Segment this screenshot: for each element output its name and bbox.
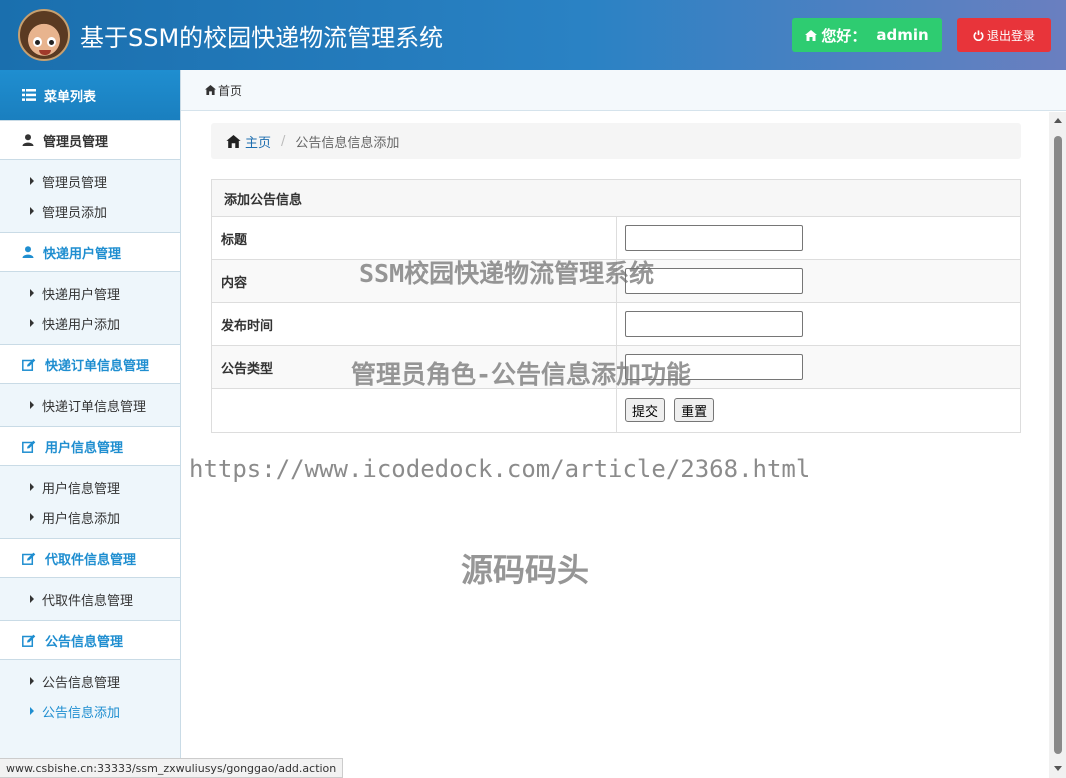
watermark-url: https://www.icodedock.com/article/2368.h… — [189, 455, 811, 483]
group-title: 管理员管理 — [43, 134, 109, 150]
edit-icon — [22, 440, 36, 453]
sidebar: 菜单列表 管理员管理 管理员管理 管理员添加 快递用户管理 快递用户管理 快递用… — [0, 70, 181, 778]
power-icon — [973, 29, 984, 41]
sidebar-item-courier-user-manage[interactable]: 快递用户管理 — [0, 278, 180, 308]
app-header: 基于SSM的校园快递物流管理系统 您好： admin 退出登录 — [0, 0, 1066, 70]
caret-right-icon — [30, 595, 34, 603]
caret-right-icon — [30, 289, 34, 297]
breadcrumb-home-label: 主页 — [245, 135, 272, 151]
sidebar-item-pickup-manage[interactable]: 代取件信息管理 — [0, 584, 180, 614]
empty-cell — [212, 389, 617, 432]
sidebar-item-label: 代取件信息管理 — [42, 593, 134, 609]
list-icon — [22, 89, 36, 101]
sidebar-item-user-info-manage[interactable]: 用户信息管理 — [0, 472, 180, 502]
group-title: 快递用户管理 — [43, 246, 122, 262]
group-title: 代取件信息管理 — [45, 552, 137, 568]
reset-button[interactable]: 重置 — [674, 398, 715, 422]
greeting-button[interactable]: 您好： admin — [792, 18, 942, 52]
caret-right-icon — [30, 207, 34, 215]
sidebar-item-user-info-add[interactable]: 用户信息添加 — [0, 502, 180, 532]
menu-title: 菜单列表 — [44, 89, 97, 105]
group-title: 公告信息管理 — [45, 634, 124, 650]
sidebar-item-notice-add[interactable]: 公告信息添加 — [0, 696, 180, 726]
sidebar-item-notice-manage[interactable]: 公告信息管理 — [0, 666, 180, 696]
form-row-actions: 提交 重置 — [212, 389, 1020, 432]
breadcrumb-current: 公告信息信息添加 — [295, 135, 400, 151]
sidebar-item-label: 管理员添加 — [42, 205, 108, 221]
status-bar-url: www.csbishe.cn:33333/ssm_zxwuliusys/gong… — [0, 758, 344, 778]
breadcrumb-home[interactable]: 主页 — [226, 132, 271, 151]
home-icon — [805, 29, 818, 41]
group-title: 快递订单信息管理 — [45, 358, 150, 374]
sidebar-item-label: 公告信息添加 — [42, 705, 121, 721]
greeting-text: 您好： — [821, 26, 867, 45]
caret-right-icon — [30, 513, 34, 521]
group-pickup-management[interactable]: 代取件信息管理 — [0, 538, 180, 578]
group-notice-management[interactable]: 公告信息管理 — [0, 620, 180, 660]
group-admin-management[interactable]: 管理员管理 — [0, 120, 180, 160]
sidebar-item-label: 用户信息管理 — [42, 481, 121, 497]
caret-right-icon — [30, 483, 34, 491]
caret-right-icon — [30, 677, 34, 685]
edit-icon — [22, 634, 36, 647]
edit-icon — [22, 358, 36, 371]
home-tab[interactable]: 首页 — [218, 82, 242, 99]
sidebar-item-order-manage[interactable]: 快递订单信息管理 — [0, 390, 180, 420]
menu-header: 菜单列表 — [0, 70, 180, 120]
breadcrumb-separator: / — [281, 133, 286, 149]
caret-right-icon — [30, 319, 34, 327]
logout-label: 退出登录 — [986, 28, 1035, 43]
caret-right-icon — [30, 177, 34, 185]
logout-button[interactable]: 退出登录 — [957, 18, 1051, 52]
add-notice-form: 添加公告信息 标题 内容 发布时间 公告类型 提交 重置 — [211, 179, 1021, 433]
scroll-thumb[interactable] — [1054, 136, 1062, 754]
field-label: 标题 — [212, 217, 617, 259]
sidebar-item-label: 快递订单信息管理 — [42, 399, 147, 415]
watermark-system-name: SSM校园快递物流管理系统 — [359, 259, 655, 288]
app-title: 基于SSM的校园快递物流管理系统 — [80, 24, 444, 52]
form-title: 添加公告信息 — [212, 180, 1020, 217]
group-courier-user-management[interactable]: 快递用户管理 — [0, 232, 180, 272]
user-icon — [22, 246, 34, 258]
avatar-logo — [18, 9, 70, 61]
sidebar-item-courier-user-add[interactable]: 快递用户添加 — [0, 308, 180, 338]
username: admin — [876, 26, 929, 44]
caret-right-icon — [30, 707, 34, 715]
watermark-feature: 管理员角色-公告信息添加功能 — [351, 360, 692, 389]
sidebar-item-label: 快递用户管理 — [42, 287, 121, 303]
home-icon — [226, 134, 241, 148]
publish-time-input[interactable] — [625, 311, 803, 337]
caret-right-icon — [30, 401, 34, 409]
breadcrumb: 主页 / 公告信息信息添加 — [211, 123, 1021, 159]
group-order-management[interactable]: 快递订单信息管理 — [0, 344, 180, 384]
sidebar-item-label: 公告信息管理 — [42, 675, 121, 691]
field-label: 发布时间 — [212, 303, 617, 345]
user-icon — [22, 134, 34, 146]
vertical-scrollbar[interactable] — [1049, 112, 1066, 778]
title-input[interactable] — [625, 225, 803, 251]
watermark-brand: 源码码头 — [461, 551, 590, 589]
edit-icon — [22, 552, 36, 565]
home-icon — [205, 85, 216, 95]
scroll-up-icon[interactable] — [1054, 118, 1062, 123]
form-row-publish-time: 发布时间 — [212, 303, 1020, 346]
sidebar-item-admin-manage[interactable]: 管理员管理 — [0, 166, 180, 196]
sidebar-item-label: 管理员管理 — [42, 175, 108, 191]
top-nav: 首页 — [181, 70, 1066, 111]
group-title: 用户信息管理 — [45, 440, 124, 456]
sidebar-item-admin-add[interactable]: 管理员添加 — [0, 196, 180, 226]
sidebar-item-label: 快递用户添加 — [42, 317, 121, 333]
sidebar-item-label: 用户信息添加 — [42, 511, 121, 527]
group-user-info-management[interactable]: 用户信息管理 — [0, 426, 180, 466]
submit-button[interactable]: 提交 — [625, 398, 666, 422]
scroll-down-icon[interactable] — [1054, 766, 1062, 771]
